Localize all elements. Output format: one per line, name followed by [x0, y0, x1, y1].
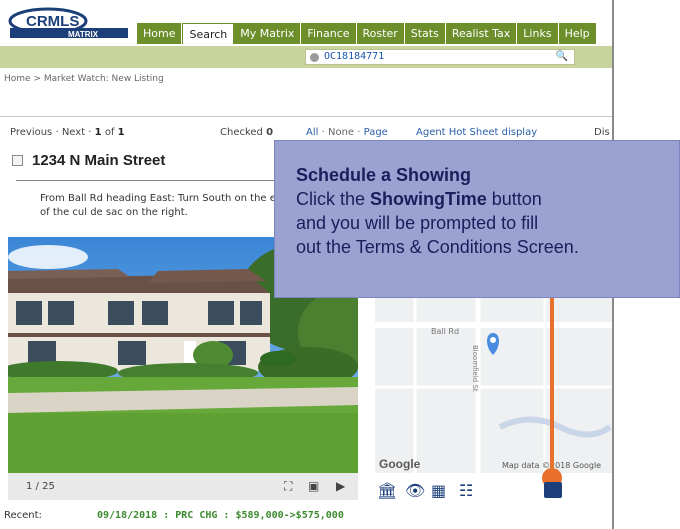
search-band: OC18184771 🔍 — [0, 46, 612, 68]
callout-line1-bold: ShowingTime — [370, 189, 487, 209]
satellite-icon[interactable]: ▦ — [431, 481, 446, 500]
nav-links[interactable]: Links — [517, 23, 559, 44]
checked-value: 0 — [266, 127, 274, 138]
main-nav: Home Search My Matrix Finance Roster Sta… — [137, 23, 597, 44]
callout-body: Click the ShowingTime button and you wil… — [296, 187, 678, 259]
nav-my-matrix[interactable]: My Matrix — [234, 23, 302, 44]
logo-brand: CRMLS — [26, 13, 79, 30]
listing-icon — [310, 53, 319, 62]
select-none-link[interactable]: None — [328, 127, 354, 138]
recent-label: Recent: — [4, 510, 42, 521]
next-link[interactable]: Next — [62, 127, 85, 138]
crmls-matrix-logo[interactable]: CRMLS MATRIX — [8, 6, 130, 40]
select-page-link[interactable]: Page — [364, 127, 388, 138]
callout-line2: and you will be prompted to fill — [296, 213, 539, 233]
callout-title: Schedule a Showing — [296, 165, 472, 185]
photo-toolbar: 1 / 25 ⛶ ▣ ▶ — [8, 473, 358, 500]
callout-pointer-line — [550, 298, 554, 468]
search-icon[interactable]: 🔍 — [556, 51, 568, 62]
callout-line1-prefix: Click the — [296, 189, 366, 209]
pager-total: 1 — [117, 127, 125, 138]
gallery-icon[interactable]: ▣ — [308, 479, 319, 493]
nav-stats[interactable]: Stats — [404, 23, 446, 44]
grid-view-icon[interactable]: ☷ — [459, 481, 473, 500]
checked-label: Checked — [220, 127, 263, 138]
nav-home[interactable]: Home — [137, 23, 183, 44]
next-photo-icon[interactable]: ▶ — [336, 479, 345, 493]
hot-sheet-link[interactable]: Agent Hot Sheet display — [416, 127, 537, 138]
showingtime-button[interactable] — [544, 482, 562, 498]
map-street-ball-rd: Ball Rd — [431, 327, 459, 336]
breadcrumb: Home > Market Watch: New Listing — [4, 74, 164, 84]
select-all-link[interactable]: All — [306, 127, 318, 138]
callout-line3: out the Terms & Conditions Screen. — [296, 237, 579, 257]
photo-counter: 1 / 25 — [26, 481, 55, 492]
nav-search[interactable]: Search — [182, 23, 235, 44]
nav-help[interactable]: Help — [558, 23, 597, 44]
tutorial-callout: Schedule a Showing Click the ShowingTime… — [274, 140, 680, 298]
pager-of: of — [104, 127, 115, 138]
map-toolbar: 🏛 👁 ▦ ☷ — [375, 473, 612, 503]
search-input[interactable]: OC18184771 🔍 — [305, 49, 575, 65]
listing-checkbox[interactable] — [12, 155, 23, 166]
callout-line1-suffix: button — [491, 189, 542, 209]
school-icon[interactable]: 🏛 — [377, 481, 397, 500]
prev-link[interactable]: Previous — [10, 127, 52, 138]
pager: Previous · Next · 1 of 1 — [10, 127, 125, 138]
nav-realist-tax[interactable]: Realist Tax — [445, 23, 518, 44]
binoculars-icon[interactable]: 👁 — [405, 481, 425, 500]
select-links: All · None · Page — [306, 127, 388, 138]
nav-finance[interactable]: Finance — [301, 23, 357, 44]
address-divider — [16, 180, 286, 181]
logo-product: MATRIX — [68, 30, 99, 39]
google-logo: Google — [379, 457, 421, 471]
fullscreen-icon[interactable]: ⛶ — [284, 479, 292, 494]
listing-address: 1234 N Main Street — [32, 152, 166, 169]
header: CRMLS MATRIX Home Search My Matrix Finan… — [0, 0, 612, 46]
pager-current: 1 — [94, 127, 102, 138]
listing-directions: From Ball Rd heading East: Turn South on… — [40, 193, 289, 218]
search-value: OC18184771 — [324, 51, 385, 62]
display-dropdown[interactable]: Dis — [594, 127, 610, 138]
nav-roster[interactable]: Roster — [356, 23, 405, 44]
checked-count: Checked 0 — [220, 127, 273, 138]
recent-price-change: 09/18/2018 : PRC CHG : $589,000->$575,00… — [97, 510, 344, 521]
divider — [0, 116, 612, 117]
map-street-bloomfield: Bloomfield St — [471, 345, 479, 392]
